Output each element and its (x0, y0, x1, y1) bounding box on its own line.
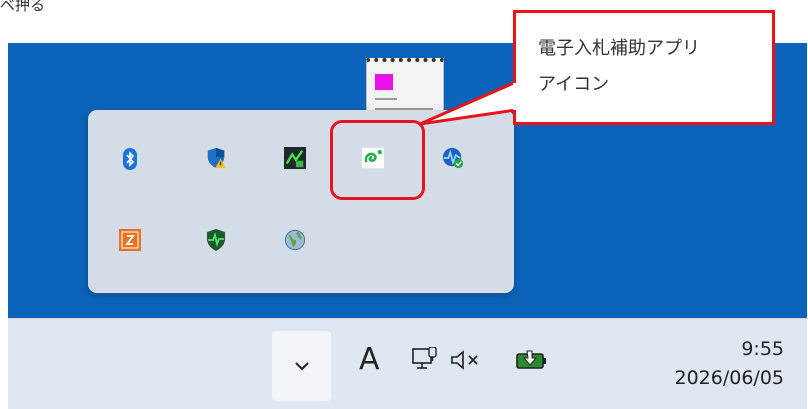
callout-line-1: 電子入札補助アプリ (538, 38, 700, 59)
ime-indicator[interactable]: A (359, 342, 380, 377)
network-icon[interactable] (412, 347, 440, 373)
taskbar: A 9:55 2026/06/05 (8, 318, 807, 409)
callout-text: 電子入札補助アプリ アイコン (538, 31, 773, 103)
callout-seam-cover (513, 83, 519, 110)
clock-time: 9:55 (741, 338, 784, 360)
callout-line-2: アイコン (538, 74, 610, 95)
battery-charging-icon[interactable] (515, 349, 549, 371)
callout-box: 電子入札補助アプリ アイコン (513, 10, 775, 125)
clock-date: 2026/06/05 (674, 367, 784, 389)
show-hidden-icons-button[interactable] (272, 331, 331, 401)
chevron-down-icon (294, 362, 309, 371)
volume-muted-icon[interactable] (450, 350, 484, 370)
system-clock[interactable]: 9:55 2026/06/05 (674, 335, 784, 393)
